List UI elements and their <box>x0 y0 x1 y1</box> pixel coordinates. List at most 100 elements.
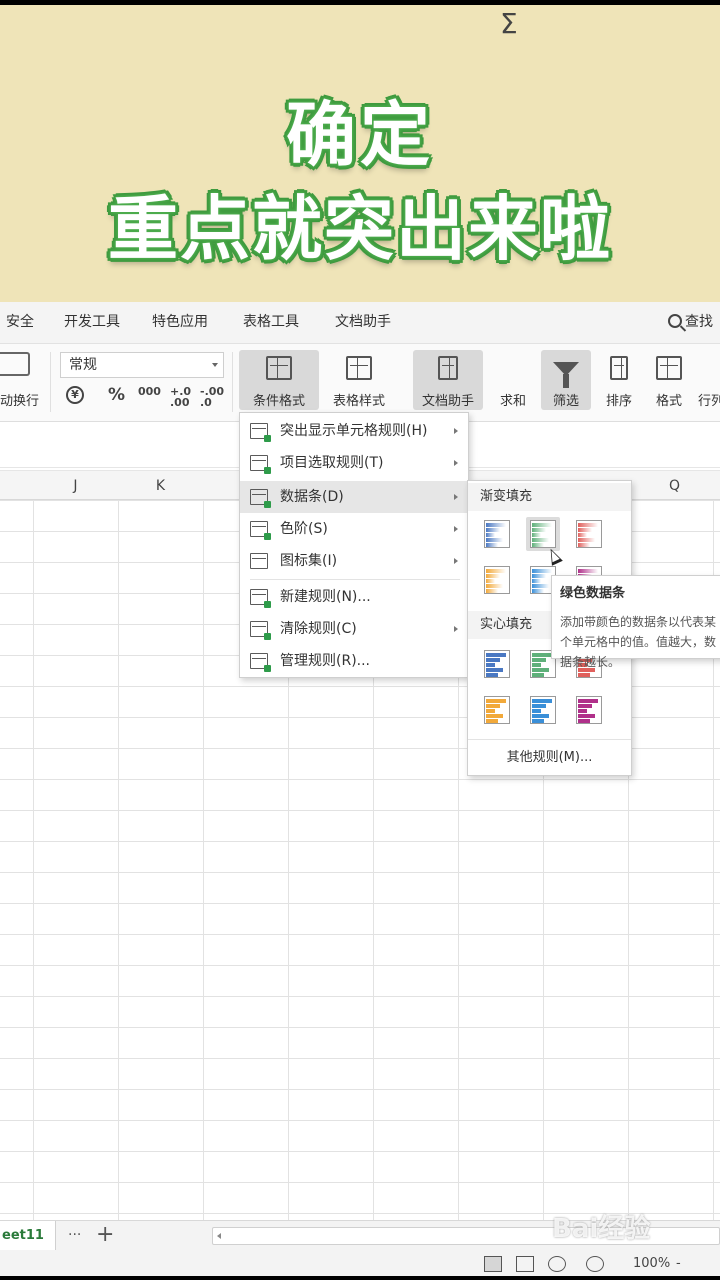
conditional-format-button[interactable]: 条件格式 <box>239 350 319 410</box>
increase-decimal-button[interactable]: +.0 .00 <box>170 386 191 408</box>
doc-helper-button[interactable]: 文档助手 <box>413 350 483 410</box>
top-bottom-rules-icon <box>250 455 271 474</box>
currency-icon[interactable]: ¥ <box>66 386 84 404</box>
caption-line-2: 重点就突出来啦 <box>108 188 612 270</box>
swatch-preview-icon <box>576 520 602 548</box>
zoom-level[interactable]: 100% <box>633 1250 670 1278</box>
tooltip-body: 添加带颜色的数据条以代表某个单元格中的值。值越大，数据条越长。 <box>560 615 717 669</box>
normal-view-icon[interactable] <box>484 1256 502 1272</box>
swatch-bar <box>532 704 546 708</box>
chevron-right-icon <box>454 558 458 564</box>
tab-special-apps[interactable]: 特色应用 <box>152 302 208 344</box>
swatch-bar <box>532 714 549 718</box>
other-rules-button[interactable]: 其他规则(M)... <box>468 739 631 775</box>
swatch-bar <box>486 523 506 527</box>
swatch-bar <box>578 704 592 708</box>
menu-item-icon-sets[interactable]: 图标集(I) <box>240 545 468 577</box>
swatch-bar <box>578 714 595 718</box>
swatch-bar <box>578 543 590 547</box>
tab-security[interactable]: 安全 <box>6 302 34 344</box>
wrap-text-label[interactable]: 动换行 <box>0 390 39 409</box>
wrap-text-icon[interactable] <box>0 352 30 376</box>
data-bar-swatch-lightblue[interactable] <box>526 693 560 727</box>
tab-developer-tools[interactable]: 开发工具 <box>64 302 120 344</box>
swatch-bar <box>486 699 506 703</box>
ribbon-separator <box>232 352 233 412</box>
data-bar-swatch-blue[interactable] <box>480 647 514 681</box>
menu-item-data-bars[interactable]: 数据条(D) <box>240 481 468 513</box>
swatch-bar <box>486 719 498 723</box>
manage-rules-icon <box>250 653 271 672</box>
swatch-bar <box>578 528 592 532</box>
menu-item-label: 新建规则(N)... <box>280 589 371 605</box>
menu-tab-bar: 安全 开发工具 特色应用 表格工具 文档助手 查找 <box>0 302 720 344</box>
watermark-logo: Bai经验 <box>552 1214 651 1244</box>
percent-button[interactable]: % <box>108 384 125 406</box>
swatch-bar <box>532 699 552 703</box>
sort-label: 排序 <box>605 394 632 409</box>
menu-item-label: 管理规则(R)... <box>280 653 371 669</box>
caption-banner: 确定 重点就突出来啦 <box>0 0 720 302</box>
row-col-label: 行列 <box>698 394 720 409</box>
data-bar-swatch-orange[interactable] <box>480 693 514 727</box>
swatch-bar <box>486 653 506 657</box>
sort-button[interactable]: 排序 <box>596 350 642 410</box>
swatch-bar <box>532 533 541 537</box>
chevron-right-icon <box>454 460 458 466</box>
color-scales-icon <box>250 521 271 540</box>
conditional-format-menu: 突出显示单元格规则(H) 项目选取规则(T) 数据条(D) 色阶(S) 图标集(… <box>239 412 469 678</box>
data-bar-swatch-red[interactable] <box>572 517 606 551</box>
column-header-j[interactable]: J <box>33 471 118 501</box>
more-sheets-button[interactable]: ··· <box>68 1221 81 1249</box>
tab-doc-helper[interactable]: 文档助手 <box>335 302 391 344</box>
data-bar-swatch-blue[interactable] <box>480 517 514 551</box>
sum-button[interactable]: 求和 <box>490 350 536 410</box>
table-style-icon <box>346 356 372 380</box>
menu-item-manage-rules[interactable]: 管理规则(R)... <box>240 645 468 677</box>
swatch-bar <box>578 533 587 537</box>
swatch-bar <box>486 538 503 542</box>
tab-table-tools[interactable]: 表格工具 <box>243 302 299 344</box>
menu-item-top-bottom-rules[interactable]: 项目选取规则(T) <box>240 447 468 479</box>
swatch-bar <box>532 569 552 573</box>
reading-mode-icon[interactable] <box>548 1256 566 1272</box>
swatch-bar <box>486 579 495 583</box>
data-bar-swatch-purple[interactable] <box>572 693 606 727</box>
new-rule-icon <box>250 589 271 608</box>
conditional-format-icon <box>266 356 292 380</box>
swatch-bar <box>532 673 544 677</box>
swatch-bar <box>486 658 500 662</box>
doc-helper-label: 文档助手 <box>421 394 474 409</box>
menu-item-new-rule[interactable]: 新建规则(N)... <box>240 581 468 613</box>
menu-item-highlight-rules[interactable]: 突出显示单元格规则(H) <box>240 415 468 447</box>
data-bar-swatch-orange[interactable] <box>480 563 514 597</box>
swatch-bar <box>532 523 552 527</box>
search-button[interactable]: 查找 <box>668 302 713 344</box>
search-label: 查找 <box>685 314 713 330</box>
column-header-q[interactable]: Q <box>632 471 717 501</box>
zoom-out-button[interactable]: - <box>676 1250 681 1278</box>
number-format-select[interactable]: 常规 <box>60 352 224 378</box>
menu-item-color-scales[interactable]: 色阶(S) <box>240 513 468 545</box>
menu-item-clear-rules[interactable]: 清除规则(C) <box>240 613 468 645</box>
swatch-preview-icon <box>576 696 602 724</box>
swatch-bar <box>486 709 495 713</box>
sheet-tab[interactable]: eet11 <box>0 1221 56 1251</box>
search-icon <box>668 314 682 328</box>
chevron-right-icon <box>454 428 458 434</box>
format-button[interactable]: 格式 <box>646 350 692 410</box>
table-style-button[interactable]: 表格样式 <box>321 350 397 410</box>
add-sheet-button[interactable]: + <box>96 1221 114 1249</box>
swatch-bar <box>486 584 503 588</box>
column-header-k[interactable]: K <box>118 471 203 501</box>
thousands-separator-button[interactable]: 000 <box>138 386 161 397</box>
scroll-left-icon[interactable] <box>217 1233 221 1239</box>
decrease-decimal-button[interactable]: -.00 .0 <box>200 386 224 408</box>
page-break-view-icon[interactable] <box>516 1256 534 1272</box>
swatch-bar <box>486 704 500 708</box>
doc-helper-icon <box>438 356 458 380</box>
eye-protection-icon[interactable] <box>586 1256 604 1272</box>
row-col-button[interactable]: 行列 <box>698 350 720 410</box>
swatch-bar <box>486 589 498 593</box>
chevron-right-icon <box>454 494 458 500</box>
